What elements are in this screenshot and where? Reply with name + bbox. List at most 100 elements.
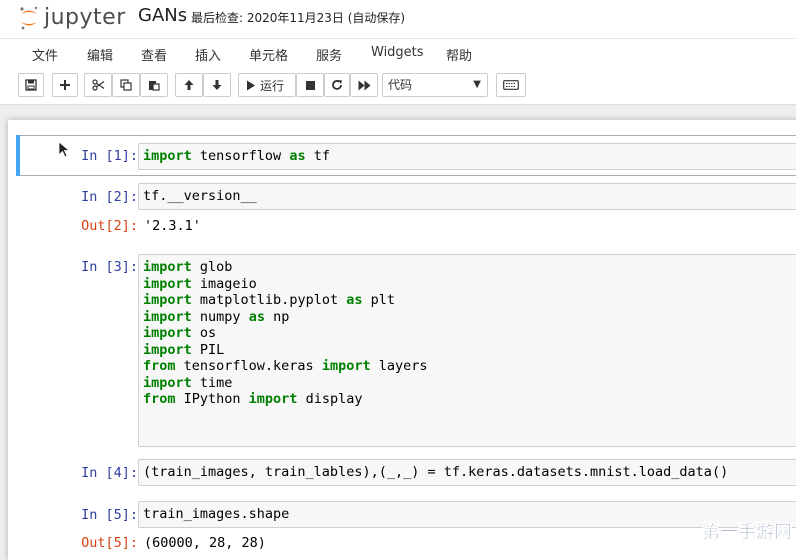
menu-help[interactable]: 帮助 — [446, 45, 472, 64]
watermark-text: 第一手游网 — [702, 522, 792, 543]
menu-widgets[interactable]: Widgets — [371, 45, 424, 60]
code-text: layers — [370, 358, 428, 374]
run-label: 运行 — [260, 78, 285, 93]
menu-view[interactable]: 查看 — [141, 45, 167, 64]
code-keyword: import — [143, 325, 192, 341]
code-keyword: import — [248, 391, 298, 407]
code-line: import numpy as np — [143, 309, 793, 326]
code-line: import glob — [143, 259, 793, 276]
arrow-down-icon — [212, 80, 222, 90]
move-down-button[interactable] — [203, 73, 231, 97]
header: jupyter GANs 最后检查: 2020年11月23日 (自动保存) — [0, 0, 796, 38]
play-icon — [247, 80, 255, 90]
notebook-name[interactable]: GANs — [138, 5, 187, 26]
cell-5-in-prompt: In [5]: — [81, 507, 138, 523]
cell-1-in-prompt: In [1]: — [81, 148, 138, 164]
paste-button[interactable] — [140, 73, 168, 97]
cell-3-input[interactable]: import glob import imageio import matplotl… — [138, 254, 796, 447]
cell-4-input[interactable]: (train_images, train_lables),(_,_) = tf.… — [138, 459, 796, 486]
code-keyword: import — [143, 148, 192, 164]
code-text: PIL — [191, 341, 225, 358]
code-keyword: as — [346, 292, 363, 308]
code-keyword: import — [321, 358, 371, 374]
paste-icon — [149, 81, 160, 91]
code-keyword: from — [143, 358, 176, 374]
code-text: tensorflow — [191, 148, 290, 164]
cell-5-output: (60000, 28, 28) — [144, 535, 266, 551]
menubar: 文件 编辑 查看 插入 单元格 服务 Widgets 帮助 — [0, 38, 796, 69]
watermark: 第一手游网 — [684, 512, 796, 548]
code-keyword: import — [143, 292, 192, 308]
stop-icon — [305, 80, 315, 90]
code-keyword: as — [289, 148, 306, 164]
chevron-down-icon: ▼ — [473, 79, 481, 90]
selected-cell-indicator — [16, 135, 20, 176]
code-text: np — [264, 308, 290, 325]
code-text: display — [297, 391, 363, 407]
code-text: plt — [362, 292, 395, 308]
menu-file[interactable]: 文件 — [32, 45, 58, 64]
code-text: imageio — [191, 275, 257, 292]
cell-1-input[interactable]: import tensorflow as tf — [138, 143, 796, 170]
code-keyword: as — [248, 308, 265, 325]
save-button[interactable] — [18, 73, 44, 97]
code-keyword: import — [143, 259, 192, 275]
cell-5-out-prompt: Out[5]: — [81, 535, 138, 551]
copy-icon — [120, 79, 132, 91]
cell-2-input[interactable]: tf.__version__ — [138, 183, 796, 210]
cell-2-out-prompt: Out[2]: — [81, 218, 138, 234]
cell-3-in-prompt: In [3]: — [81, 259, 138, 275]
restart-icon — [332, 80, 342, 90]
code-text: train_images.shape — [143, 506, 290, 522]
cell-2-in-prompt: In [2]: — [81, 189, 138, 205]
arrow-up-icon — [184, 80, 194, 90]
menu-insert[interactable]: 插入 — [195, 45, 221, 64]
cell-type-value: 代码 — [388, 78, 413, 92]
command-palette-button[interactable] — [496, 73, 526, 97]
code-text: IPython — [175, 391, 249, 407]
code-line: (train_images, train_lables),(_,_) = tf.… — [143, 464, 793, 481]
insert-cell-button[interactable] — [52, 73, 78, 97]
checkpoint-status: 最后检查: 2020年11月23日 (自动保存) — [191, 11, 406, 25]
code-line: import time — [143, 375, 793, 392]
code-text: tf.__version__ — [143, 188, 257, 204]
menu-edit[interactable]: 编辑 — [87, 45, 113, 64]
code-keyword: from — [143, 391, 176, 407]
code-text: tensorflow.keras — [175, 358, 322, 374]
code-text: glob — [191, 259, 233, 275]
copy-button[interactable] — [112, 73, 140, 97]
cell-type-select[interactable]: 代码 ▼ — [382, 73, 488, 97]
code-line: from IPython import display — [143, 391, 793, 408]
code-text: (train_images, train_lables),(_,_) = tf.… — [143, 464, 729, 480]
restart-button[interactable] — [324, 73, 350, 97]
restart-run-all-button[interactable] — [350, 73, 378, 97]
run-button[interactable]: 运行 — [238, 73, 296, 97]
cell-2-output: '2.3.1' — [144, 218, 201, 234]
code-text: os — [191, 325, 217, 341]
code-line: import tensorflow as tf — [143, 148, 793, 165]
interrupt-button[interactable] — [296, 73, 324, 97]
code-line: import PIL — [143, 342, 793, 359]
code-keyword: import — [143, 308, 192, 325]
code-line: import matplotlib.pyplot as plt — [143, 292, 793, 309]
code-line: import imageio — [143, 276, 793, 293]
code-line: tf.__version__ — [143, 188, 793, 205]
code-keyword: import — [143, 275, 192, 292]
code-text: time — [191, 374, 233, 391]
move-up-button[interactable] — [175, 73, 203, 97]
code-keyword: import — [143, 374, 192, 391]
jupyter-logo-icon — [18, 5, 40, 30]
fast-forward-icon — [358, 80, 370, 90]
keyboard-icon — [503, 80, 519, 90]
code-line: import os — [143, 325, 793, 342]
menu-cell[interactable]: 单元格 — [249, 45, 288, 64]
code-line: from tensorflow.keras import layers — [143, 358, 793, 375]
plus-icon — [60, 80, 70, 90]
scissors-icon — [91, 79, 104, 91]
jupyter-logo[interactable]: jupyter — [18, 3, 126, 31]
cut-button[interactable] — [84, 73, 112, 97]
cell-4-in-prompt: In [4]: — [81, 465, 138, 481]
menu-kernel[interactable]: 服务 — [316, 45, 342, 64]
logo-text: jupyter — [44, 4, 126, 30]
code-text: tf — [305, 148, 330, 164]
